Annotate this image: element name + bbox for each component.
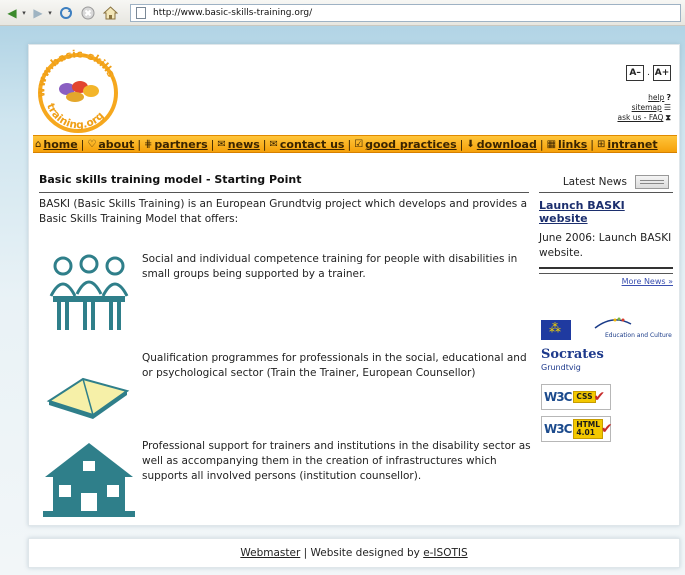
heart-icon: ♡	[87, 138, 97, 150]
footer: Webmaster | Website designed by e-ISOTIS	[28, 538, 680, 568]
education-culture-logo	[594, 317, 632, 329]
socrates-logo[interactable]: Socrates	[541, 347, 604, 362]
sidebar: Latest News Launch BASKI website June 20…	[539, 171, 673, 442]
nav-label: download	[476, 137, 537, 151]
w3c-html-badge[interactable]: W3C HTML 4.01 ✔	[541, 416, 613, 442]
partners-icon: ⋕	[144, 138, 153, 150]
checkmark-icon: ✔	[593, 389, 606, 405]
nav-separator: |	[137, 137, 142, 151]
sitemap-link[interactable]: sitemap	[632, 103, 662, 113]
nav-label: home	[43, 137, 78, 151]
news-header: Latest News	[539, 171, 673, 193]
forward-arrow-icon[interactable]: ▶	[30, 5, 46, 21]
faq-icon: ⧗	[665, 113, 671, 122]
nav-label: partners	[154, 137, 208, 151]
nav-label: good practices	[365, 137, 457, 151]
people-group-icon	[49, 254, 129, 330]
nav-label: contact us	[279, 137, 345, 151]
feature-text: Professional support for trainers and in…	[142, 440, 531, 482]
w3c-logo: W3C	[544, 422, 572, 436]
webmaster-link[interactable]: Webmaster	[240, 547, 300, 559]
nav-item-download[interactable]: ⬇ download	[466, 138, 536, 151]
nav-label: intranet	[607, 137, 658, 151]
envelope-icon: ✉	[269, 138, 278, 150]
home-icon: ⌂	[35, 138, 42, 150]
font-smaller-button[interactable]: A–	[626, 65, 645, 81]
forward-dropdown-icon[interactable]: ▾	[46, 5, 54, 21]
intro-text: BASKI (Basic Skills Training) is an Euro…	[39, 198, 528, 225]
stop-icon[interactable]	[80, 5, 96, 21]
newspaper-icon	[635, 174, 669, 189]
nav-item-good-practices[interactable]: ☑ good practices	[354, 138, 456, 151]
intranet-icon: ⊞	[596, 138, 606, 150]
badge-tag: HTML 4.01	[573, 419, 604, 439]
w3c-logo: W3C	[544, 390, 572, 404]
page-title: Basic skills training model - Starting P…	[39, 173, 529, 193]
nav-item-news[interactable]: ✉ news	[217, 138, 259, 151]
eu-flag-icon[interactable]	[541, 320, 571, 340]
badge-tag: CSS	[573, 391, 596, 403]
checkmark-icon: ✔	[601, 421, 613, 437]
nav-separator: |	[347, 137, 352, 151]
nav-item-contact[interactable]: ✉ contact us	[270, 138, 345, 151]
nav-separator: |	[539, 137, 544, 151]
nav-item-home[interactable]: ⌂ home	[35, 138, 78, 151]
back-dropdown-icon[interactable]: ▾	[20, 5, 28, 21]
links-icon: ▦	[546, 138, 557, 150]
site-logo[interactable]: www.basic-skills- training.org	[35, 49, 121, 135]
nav-item-links[interactable]: ▦ links	[547, 138, 588, 151]
grundtvig-label: Grundtvig	[541, 363, 581, 372]
font-size-controls: A– . A+	[626, 65, 671, 81]
utility-links: help ? sitemap ☰ ask us - FAQ ⧗	[617, 93, 671, 123]
address-bar[interactable]: http://www.basic-skills-training.org/	[130, 4, 681, 22]
w3c-css-badge[interactable]: W3C CSS ✔	[541, 384, 611, 410]
font-size-separator: .	[647, 68, 650, 78]
open-book-icon	[46, 377, 130, 419]
main-navigation: ⌂ home | ♡ about | ⋕ partners | ✉ news | ✉ contact us…	[33, 135, 677, 153]
nav-item-partners[interactable]: ⋕ partners	[144, 138, 208, 151]
home-icon[interactable]	[102, 5, 118, 21]
help-link[interactable]: help	[648, 93, 664, 103]
more-news-link[interactable]: More News »	[622, 277, 673, 286]
nav-label: about	[98, 137, 135, 151]
news-heading: Latest News	[562, 175, 627, 188]
nav-separator: |	[590, 137, 594, 151]
page-icon	[136, 7, 146, 19]
nav-item-about[interactable]: ♡ about	[87, 138, 134, 151]
nav-separator: |	[80, 137, 85, 151]
designer-link[interactable]: e-ISOTIS	[423, 547, 467, 559]
news-item-text: June 2006: Launch BASKI website.	[539, 231, 673, 269]
reload-icon[interactable]	[58, 5, 74, 21]
house-icon	[43, 443, 135, 517]
utility-sitemap: sitemap ☰	[617, 103, 671, 113]
nav-separator: |	[262, 137, 267, 151]
help-icon: ?	[666, 93, 671, 102]
utility-help: help ?	[617, 93, 671, 103]
feature-text: Social and individual competence trainin…	[142, 253, 518, 280]
download-icon: ⬇	[466, 138, 475, 150]
browser-toolbar: ◀ ▾ ▶ ▾ http://www.basic-skills-training…	[0, 0, 685, 26]
feature-text: Qualification programmes for professiona…	[142, 352, 527, 379]
page-card: www.basic-skills- training.org A– . A+ h…	[28, 44, 680, 526]
sitemap-icon: ☰	[663, 103, 671, 112]
nav-separator: |	[459, 137, 464, 151]
address-url: http://www.basic-skills-training.org/	[153, 8, 313, 18]
checkbox-icon: ☑	[354, 138, 364, 150]
news-icon: ✉	[217, 138, 226, 150]
utility-faq: ask us - FAQ ⧗	[617, 113, 671, 123]
footer-credit-text: | Website designed by	[300, 547, 424, 559]
font-larger-button[interactable]: A+	[653, 65, 671, 81]
nav-label: links	[558, 137, 588, 151]
nav-item-intranet[interactable]: ⊞ intranet	[597, 138, 658, 151]
back-arrow-icon[interactable]: ◀	[4, 5, 20, 21]
nav-separator: |	[210, 137, 215, 151]
news-item-link[interactable]: Launch BASKI website	[539, 199, 673, 225]
more-news: More News »	[539, 273, 673, 286]
faq-link[interactable]: ask us - FAQ	[617, 113, 663, 123]
nav-label: news	[227, 137, 260, 151]
education-culture-caption: Education and Culture	[605, 332, 672, 339]
